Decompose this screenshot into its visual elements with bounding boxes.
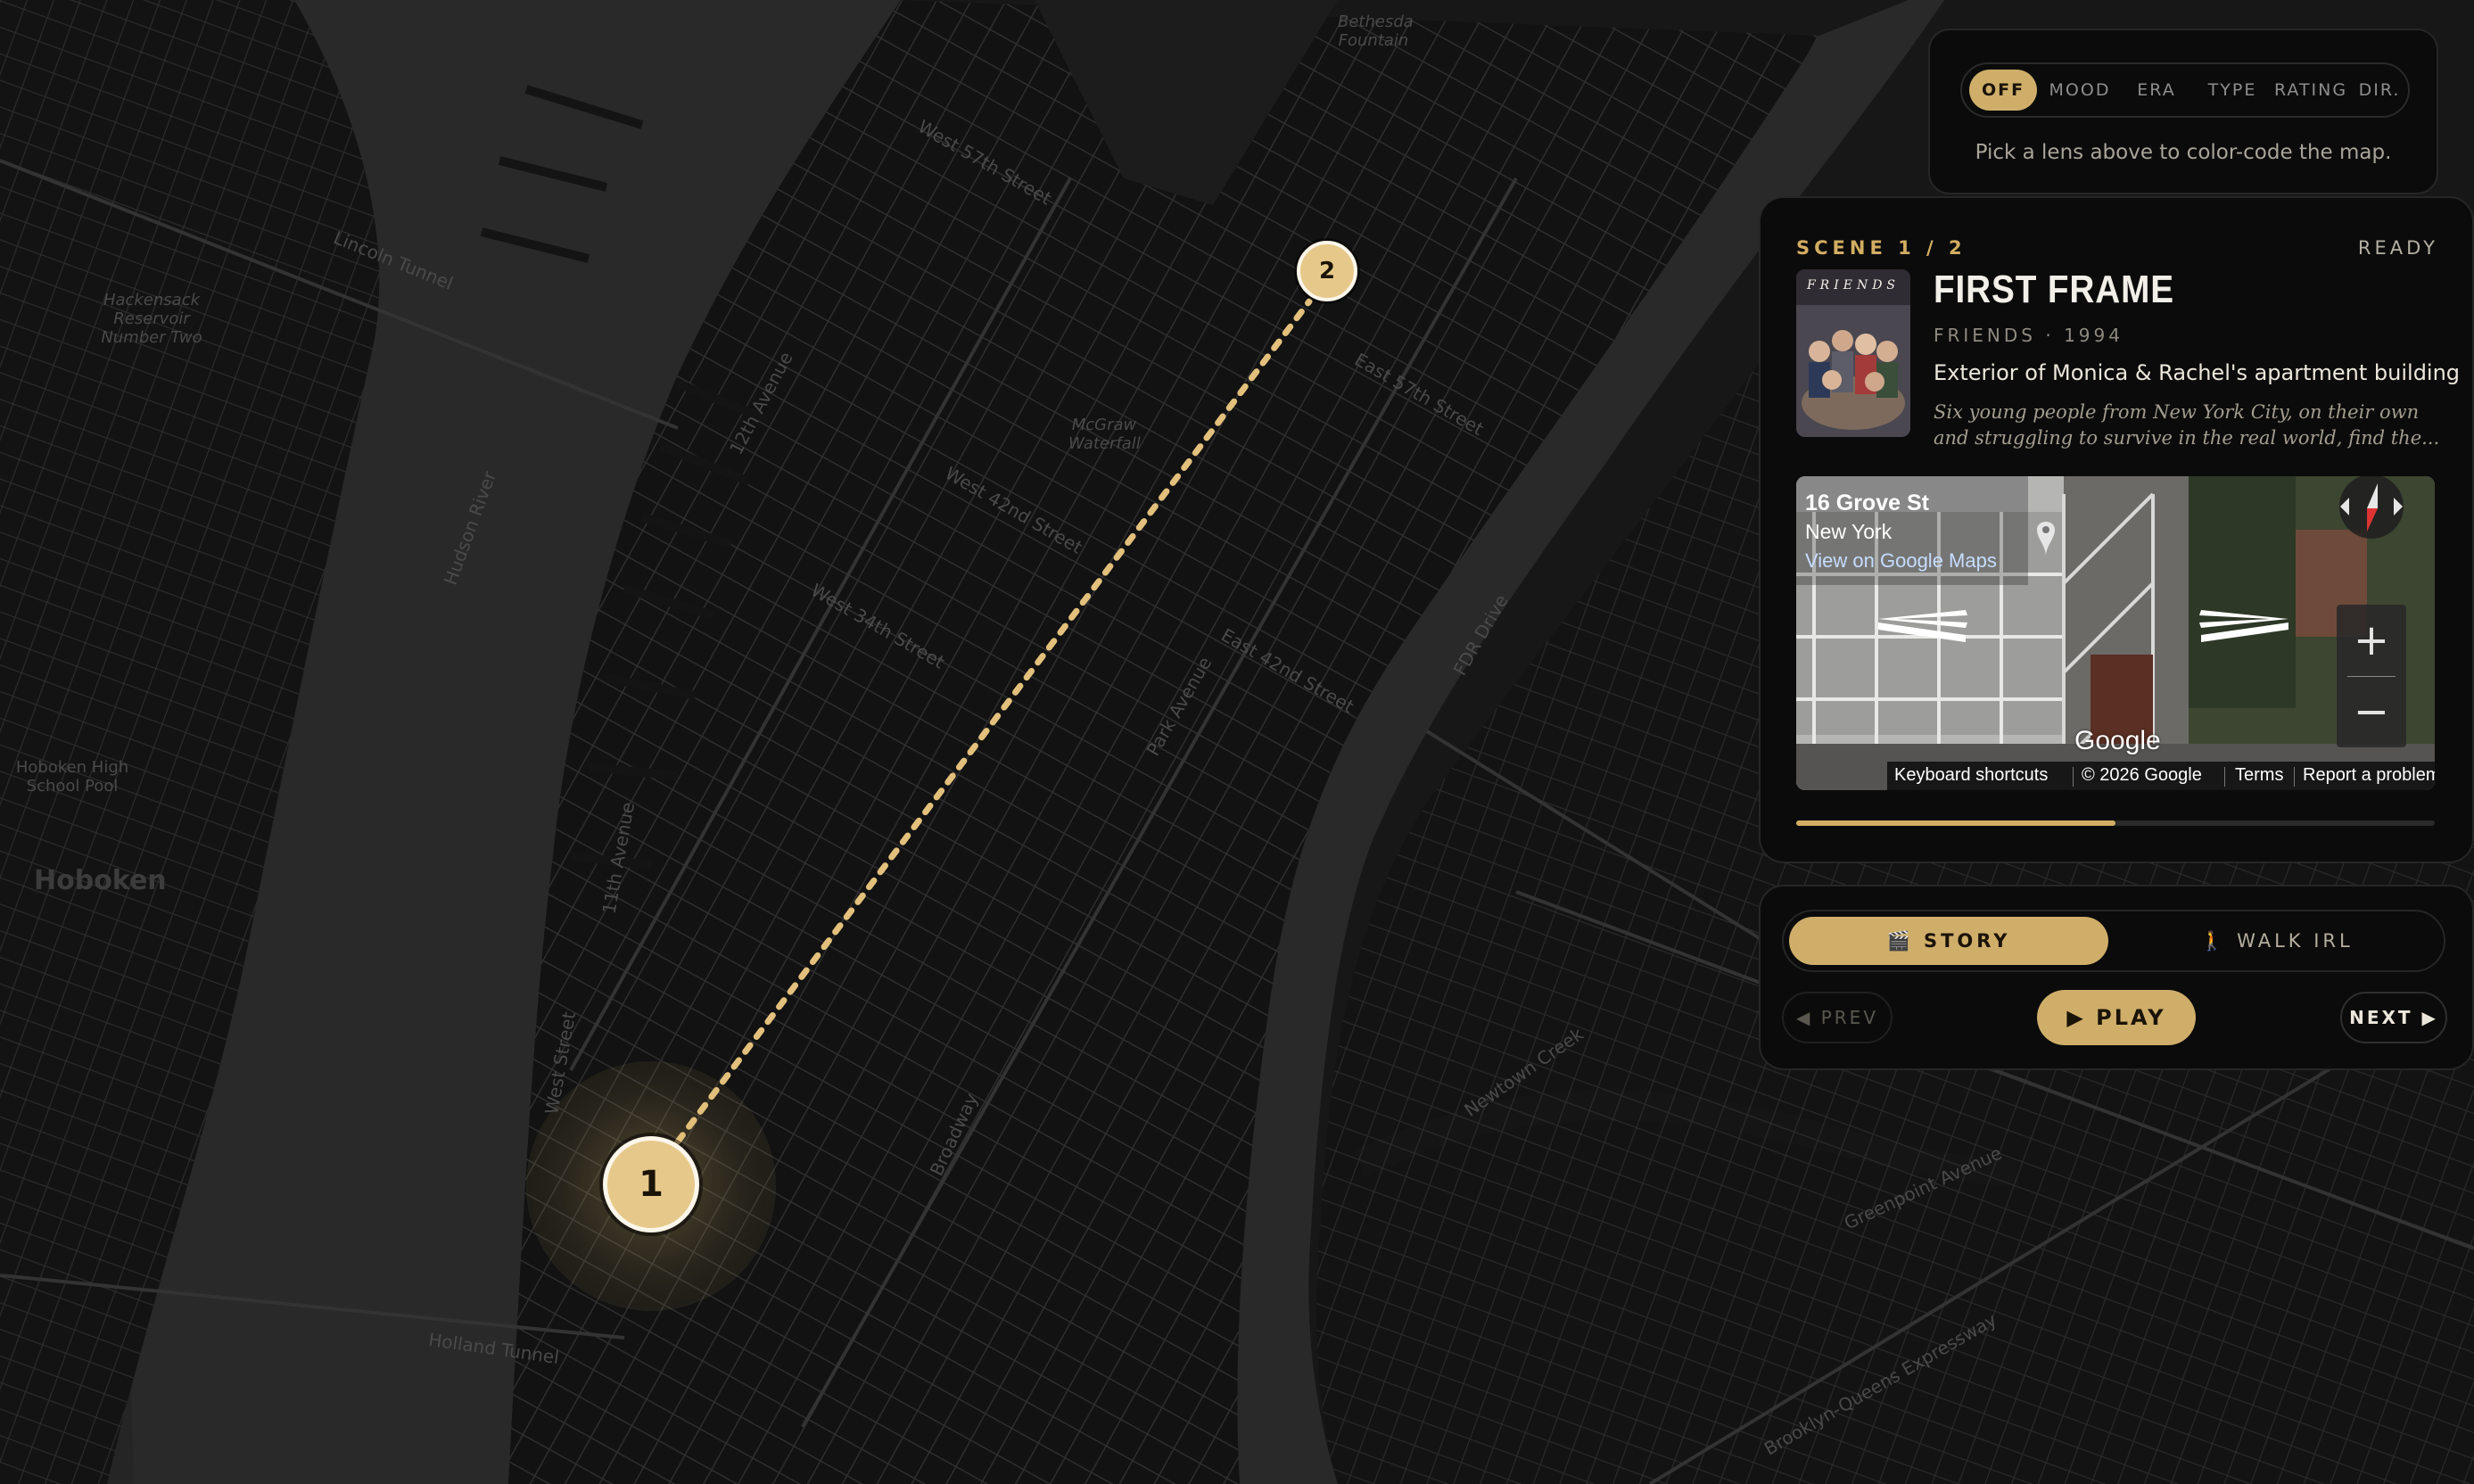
- street-view-zoom-controls: + −: [2337, 605, 2406, 747]
- map-label-bethesda: Bethesda Fountain: [1338, 12, 1414, 50]
- compass-icon[interactable]: [2328, 476, 2415, 548]
- keyboard-shortcuts-link[interactable]: Keyboard shortcuts: [1894, 765, 2048, 786]
- google-logo: Google: [2074, 726, 2161, 755]
- lens-tab-director[interactable]: DIR.: [2351, 70, 2408, 111]
- map-label-hoboken: Hoboken: [34, 865, 167, 896]
- scene-card: SCENE 1 / 2 READY FRIENDS FIRST FRAME FR…: [1759, 196, 2474, 863]
- play-button[interactable]: ▶ PLAY: [2037, 990, 2196, 1045]
- street-view-city: New York: [1805, 520, 1893, 543]
- scene-title: FIRST FRAME: [1934, 268, 2174, 311]
- playback-controls: 🎬 STORY 🚶 WALK IRL ◀ PREV ▶ PLAY NEXT ▶: [1759, 885, 2474, 1070]
- report-problem-link[interactable]: Report a problem: [2303, 765, 2435, 786]
- map-label-reservoir: Hackensack Reservoir Number Two: [101, 291, 202, 347]
- poster-art: [1796, 269, 1910, 437]
- lens-tab-rating[interactable]: RATING: [2271, 70, 2351, 111]
- lens-tab-off[interactable]: OFF: [1969, 70, 2037, 111]
- next-button[interactable]: NEXT ▶: [2340, 992, 2447, 1043]
- zoom-in-button[interactable]: +: [2337, 605, 2406, 676]
- street-view-panel[interactable]: 16 Grove St New York View on Google Maps…: [1796, 476, 2435, 790]
- street-view-address: 16 Grove St: [1805, 491, 1929, 515]
- story-mode-button[interactable]: 🎬 STORY: [1789, 917, 2108, 965]
- zoom-out-button[interactable]: −: [2337, 676, 2406, 747]
- lens-tab-mood[interactable]: MOOD: [2044, 70, 2115, 111]
- map-label-mcgraw: McGraw Waterfall: [1068, 416, 1141, 453]
- scene-marker-2[interactable]: 2: [1297, 241, 1357, 301]
- view-on-google-maps-link[interactable]: View on Google Maps: [1805, 549, 1997, 573]
- prev-button[interactable]: ◀ PREV: [1782, 992, 1893, 1043]
- street-view-info: 16 Grove St New York View on Google Maps: [1805, 491, 1997, 573]
- lens-tab-era[interactable]: ERA: [2123, 70, 2190, 111]
- map-label-hoboken-pool: Hoboken High School Pool: [15, 758, 129, 796]
- scene-description: Exterior of Monica & Rachel's apartment …: [1934, 360, 2461, 385]
- scene-progress-fill: [1796, 820, 2115, 826]
- footer-separator: [2224, 767, 2225, 787]
- lens-tabs: OFF MOOD ERA TYPE RATING DIR.: [1960, 62, 2410, 118]
- scene-meta: FRIENDS · 1994: [1934, 325, 2124, 346]
- lens-tab-type[interactable]: TYPE: [2196, 70, 2269, 111]
- terms-link[interactable]: Terms: [2235, 765, 2283, 786]
- copyright-text: © 2026 Google: [2082, 765, 2202, 785]
- scene-counter: SCENE 1 / 2: [1796, 237, 1967, 259]
- mode-toggle: 🎬 STORY 🚶 WALK IRL: [1782, 910, 2445, 972]
- scene-marker-1[interactable]: 1: [603, 1136, 699, 1233]
- scene-synopsis: Six young people from New York City, on …: [1934, 401, 2440, 449]
- street-view-footer: Keyboard shortcuts © 2026 Google Terms R…: [1887, 762, 2435, 790]
- lens-panel: OFF MOOD ERA TYPE RATING DIR. Pick a len…: [1928, 29, 2438, 194]
- walk-irl-mode-button[interactable]: 🚶 WALK IRL: [2114, 917, 2440, 965]
- footer-separator: [2294, 767, 2295, 787]
- poster-image: FRIENDS: [1796, 269, 1910, 437]
- lens-hint: Pick a lens above to color-code the map.: [1975, 141, 2392, 164]
- scene-progress-bar: [1796, 820, 2435, 826]
- footer-separator: [2073, 767, 2074, 787]
- scene-status: READY: [2357, 237, 2438, 259]
- poster-title: FRIENDS: [1806, 278, 1901, 293]
